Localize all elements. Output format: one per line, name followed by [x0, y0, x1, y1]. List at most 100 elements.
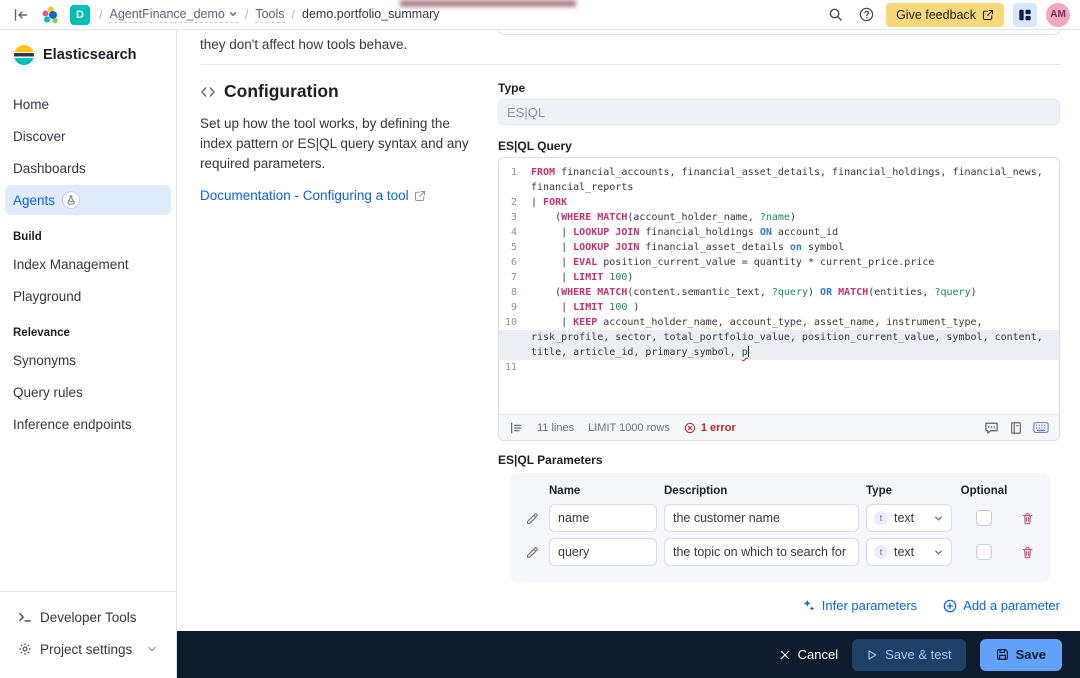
collapse-menu-icon[interactable]	[10, 4, 32, 26]
sidebar-item-query-rules[interactable]: Query rules	[5, 377, 171, 407]
documentation-icon[interactable]	[1009, 421, 1023, 435]
code-text: | FORK	[531, 195, 1055, 210]
line-number: 7	[499, 270, 531, 285]
line-number: 11	[499, 360, 531, 375]
sidebar-item-label: Inference endpoints	[13, 417, 132, 432]
give-feedback-button[interactable]: Give feedback	[886, 3, 1004, 27]
documentation-link[interactable]: Documentation - Configuring a tool	[200, 188, 426, 203]
code-line: 4 | LOOKUP JOIN financial_holdings ON ac…	[499, 225, 1059, 240]
deployment-badge[interactable]: D	[70, 5, 90, 25]
column-header-name: Name	[549, 485, 657, 497]
breadcrumb-tools[interactable]: Tools	[255, 7, 284, 23]
esql-code-area[interactable]: 1FROM financial_accounts, financial_asse…	[499, 158, 1059, 414]
type-field-label: Type	[498, 81, 1060, 95]
elastic-logo[interactable]	[41, 5, 61, 25]
sidebar-item-agents[interactable]: Agents	[5, 185, 171, 215]
play-icon	[866, 649, 878, 661]
cancel-button[interactable]: Cancel	[779, 647, 838, 662]
type-field[interactable]	[498, 99, 1060, 125]
code-line: 6 | EVAL position_current_value = quanti…	[499, 255, 1059, 270]
previous-section-field-cutoff	[498, 30, 1060, 35]
code-line: 5 | LOOKUP JOIN financial_asset_details …	[499, 240, 1059, 255]
esql-query-editor[interactable]: 1FROM financial_accounts, financial_asse…	[498, 157, 1060, 441]
sidebar-item-playground[interactable]: Playground	[5, 281, 171, 311]
delete-parameter-button[interactable]	[1016, 512, 1038, 525]
sidebar-item-dashboards[interactable]: Dashboards	[5, 153, 171, 183]
save-icon	[996, 648, 1009, 661]
type-value: text	[894, 511, 914, 525]
sidebar-item-synonyms[interactable]: Synonyms	[5, 345, 171, 375]
section-description: Set up how the tool works, by defining t…	[200, 114, 480, 174]
esql-parameters-label: ES|QL Parameters	[498, 453, 1060, 467]
editor-status-bar: 11 lines LIMIT 1000 rows 1 error	[499, 414, 1059, 440]
feedback-comment-icon[interactable]	[984, 420, 999, 435]
line-number: 4	[499, 225, 531, 240]
parameter-description-input[interactable]	[664, 504, 859, 532]
add-parameter-button[interactable]: Add a parameter	[943, 598, 1060, 613]
sidebar-section-header: Build	[5, 217, 171, 247]
chevron-down-icon	[228, 9, 238, 19]
type-token-icon: t	[874, 545, 888, 559]
gear-icon	[18, 642, 32, 656]
error-icon	[684, 422, 696, 434]
line-number: 9	[499, 300, 531, 315]
parameter-type-select[interactable]: ttext	[866, 538, 952, 566]
apps-menu-icon[interactable]	[1013, 3, 1037, 27]
params-rows: ttextttext	[522, 504, 1038, 566]
user-avatar[interactable]: AM	[1046, 3, 1070, 27]
keyboard-shortcuts-icon[interactable]	[1033, 421, 1049, 434]
code-text: | LOOKUP JOIN financial_asset_details on…	[531, 240, 1055, 255]
infer-parameters-button[interactable]: Infer parameters	[802, 598, 917, 613]
sidebar-nav-top: Home DiscoverDashboards Agents	[5, 89, 171, 215]
delete-parameter-button[interactable]	[1016, 546, 1038, 559]
help-icon[interactable]	[855, 4, 877, 26]
optional-checkbox[interactable]	[976, 510, 992, 526]
parameter-actions: Infer parameters Add a parameter	[498, 598, 1060, 613]
optional-checkbox[interactable]	[976, 544, 992, 560]
parameter-name-input[interactable]	[549, 504, 657, 532]
breadcrumb-project[interactable]: AgentFinance_demo	[109, 7, 237, 23]
save-and-test-button[interactable]: Save & test	[852, 639, 965, 671]
code-text: | LIMIT 100)	[531, 270, 1055, 285]
intro-text: they don't affect how tools behave.	[200, 35, 1060, 55]
sidebar-item-home[interactable]: Home	[5, 89, 171, 119]
sidebar-item-label: Agents	[13, 193, 55, 208]
top-navigation-bar: D / AgentFinance_demo / Tools / demo.por…	[0, 0, 1080, 30]
chevron-down-icon	[146, 643, 158, 655]
text-cursor	[748, 346, 750, 357]
line-number: 8	[499, 285, 531, 300]
bottom-action-bar: Cancel Save & test Save	[177, 631, 1080, 678]
breadcrumb-separator: /	[245, 8, 248, 22]
configuration-section: Configuration Set up how the tool works,…	[200, 81, 1060, 613]
code-text: | EVAL position_current_value = quantity…	[531, 255, 1055, 270]
save-button[interactable]: Save	[980, 639, 1062, 671]
search-icon[interactable]	[824, 4, 846, 26]
code-line: 9 | LIMIT 100 )	[499, 300, 1059, 315]
edit-parameter-icon[interactable]	[522, 512, 542, 525]
parameter-row: ttext	[522, 538, 1038, 566]
edit-parameter-icon[interactable]	[522, 546, 542, 559]
parameter-description-input[interactable]	[664, 538, 859, 566]
code-line: 7 | LIMIT 100)	[499, 270, 1059, 285]
close-icon	[779, 649, 791, 661]
code-line: 3 (WHERE MATCH(account_holder_name, ?nam…	[499, 210, 1059, 225]
pencil-icon	[526, 512, 539, 525]
sidebar-item-index-management[interactable]: Index Management	[5, 249, 171, 279]
error-count[interactable]: 1 error	[684, 422, 736, 434]
code-text	[531, 360, 1055, 375]
parameter-type-select[interactable]: ttext	[866, 504, 952, 532]
code-line: 1FROM financial_accounts, financial_asse…	[499, 165, 1059, 195]
sidebar-item-label: Home	[13, 97, 49, 112]
sidebar-item-inference-endpoints[interactable]: Inference endpoints	[5, 409, 171, 439]
sidebar-title: Elasticsearch	[43, 47, 137, 63]
parameter-name-input[interactable]	[549, 538, 657, 566]
line-number: 2	[499, 195, 531, 210]
main-content: they don't affect how tools behave. Conf…	[177, 30, 1080, 631]
type-value: text	[894, 545, 914, 559]
sidebar-item-project-settings[interactable]: Project settings	[10, 634, 166, 664]
sidebar-item-discover[interactable]: Discover	[5, 121, 171, 151]
sidebar-item-developer-tools[interactable]: Developer Tools	[10, 602, 166, 632]
sidebar-nav-sections: BuildIndex ManagementPlaygroundRelevance…	[5, 217, 171, 439]
limit-rows: LIMIT 1000 rows	[588, 422, 670, 434]
sidebar-item-label: Playground	[13, 289, 81, 304]
